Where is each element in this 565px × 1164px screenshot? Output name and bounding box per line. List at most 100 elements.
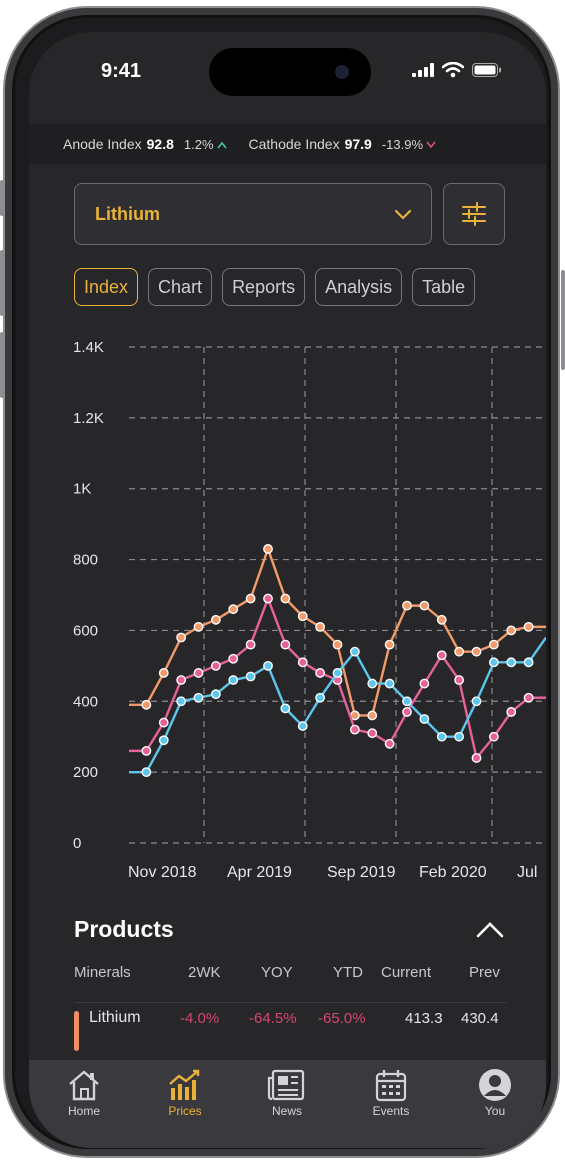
data-point-blue (488, 657, 499, 668)
tab-chart[interactable]: Chart (148, 268, 213, 306)
data-point-orange (384, 639, 395, 650)
data-point-blue (280, 703, 291, 714)
data-point-orange (297, 611, 308, 622)
data-point-blue (471, 696, 482, 707)
data-point-blue (210, 689, 221, 700)
y-tick-label: 600 (73, 622, 98, 639)
data-point-pink (419, 678, 430, 689)
tab-table[interactable]: Table (412, 268, 476, 306)
tab-index[interactable]: Index (74, 268, 139, 306)
data-point-blue (454, 731, 465, 742)
mineral-select[interactable]: Lithium (74, 183, 432, 245)
x-tick-label: Sep 2019 (327, 864, 396, 881)
data-point-blue (263, 660, 273, 671)
data-point-pink (245, 639, 256, 650)
nav-home[interactable]: Home (44, 1068, 124, 1118)
price-index-chart: 0 200 400 600 800 1K 1.2K 1.4K Nov 2018 Apr 2019 S… (73, 339, 546, 881)
filter-button[interactable] (443, 183, 505, 245)
data-point-pink (280, 639, 291, 650)
wifi-icon (442, 62, 464, 78)
data-point-blue (349, 646, 360, 657)
data-point-pink (454, 675, 465, 685)
x-tick-label: Feb 2020 (419, 864, 487, 881)
nav-prices[interactable]: Prices (145, 1068, 225, 1118)
y-tick-label: 1.2K (73, 410, 104, 427)
y-tick-label: 200 (73, 764, 98, 781)
data-point-orange (471, 646, 482, 657)
row-current: 413.3 (405, 1010, 443, 1027)
mineral-color-bar (74, 1011, 79, 1051)
tab-analysis[interactable]: Analysis (315, 268, 403, 306)
col-ytd: YTD (333, 964, 363, 981)
data-point-pink (263, 593, 273, 604)
status-time: 9:41 (101, 60, 142, 82)
x-tick-label: Apr 2019 (227, 864, 292, 881)
series-line-blue (129, 636, 546, 774)
data-point-orange (280, 593, 291, 604)
data-point-orange (454, 646, 465, 657)
status-icons (412, 62, 502, 78)
data-point-pink (471, 753, 482, 763)
data-point-blue (245, 671, 256, 682)
app-screen: 9:41 Anode Index 92.8 1.2% Cathode Index… (29, 32, 546, 1148)
phone-frame: 9:41 Anode Index 92.8 1.2% Cathode Index… (3, 6, 560, 1158)
status-bar: 9:41 (29, 32, 546, 112)
data-point-pink (384, 738, 395, 749)
tab-reports[interactable]: Reports (222, 268, 306, 306)
data-point-pink (436, 650, 447, 661)
row-yoy: -64.5% (249, 1010, 297, 1027)
data-point-orange (193, 621, 204, 632)
home-icon (69, 1070, 99, 1101)
index-ticker: Anode Index 92.8 1.2% Cathode Index 97.9… (29, 124, 546, 164)
data-point-orange (210, 614, 221, 625)
data-point-orange (506, 625, 517, 636)
data-point-orange (436, 614, 447, 625)
data-point-pink (193, 668, 204, 678)
col-minerals: Minerals (74, 964, 131, 981)
data-point-pink (141, 745, 152, 756)
data-point-orange (158, 668, 169, 678)
ticker-cathode-change: -13.9% (381, 136, 424, 152)
nav-news[interactable]: News (247, 1068, 327, 1118)
ticker-cathode-name: Cathode Index (248, 136, 340, 152)
data-point-blue (158, 735, 169, 746)
data-point-blue (419, 714, 430, 724)
y-tick-label: 0 (73, 835, 81, 852)
ticker-anode-name: Anode Index (63, 136, 142, 152)
nav-home-label: Home (67, 1104, 100, 1118)
data-point-orange (245, 593, 256, 604)
table-row[interactable]: Lithium -4.0% -64.5% -65.0% 413.3 430.4 (74, 1002, 506, 1052)
data-point-blue (193, 692, 204, 703)
row-mineral: Lithium (89, 1009, 141, 1026)
y-tick-label: 400 (73, 693, 98, 710)
nav-prices-label: Prices (168, 1104, 202, 1118)
y-tick-label: 800 (73, 552, 98, 569)
x-tick-label: Jul (517, 864, 537, 881)
battery-icon (472, 63, 501, 77)
data-point-blue (332, 668, 343, 678)
data-point-blue (384, 678, 395, 689)
y-tick-label: 1K (73, 481, 91, 498)
col-yoy: YOY (261, 964, 293, 981)
data-point-blue (228, 675, 239, 685)
data-point-pink (228, 653, 239, 664)
prices-icon (169, 1069, 200, 1100)
data-point-pink (506, 707, 517, 717)
data-point-pink (176, 675, 187, 685)
data-point-orange (419, 600, 430, 611)
data-point-pink (315, 668, 326, 678)
data-point-pink (523, 692, 534, 703)
row-2wk: -4.0% (180, 1010, 220, 1027)
data-point-pink (367, 728, 378, 739)
data-point-orange (367, 710, 378, 721)
nav-you[interactable]: You (455, 1068, 535, 1118)
chevron-up-icon[interactable] (475, 920, 505, 940)
row-ytd: -65.0% (318, 1010, 366, 1027)
data-point-orange (315, 621, 326, 632)
nav-you-label: You (484, 1104, 506, 1118)
data-point-blue (523, 657, 534, 668)
data-point-pink (158, 717, 169, 728)
data-point-blue (297, 721, 308, 731)
nav-events-label: Events (372, 1104, 410, 1118)
nav-events[interactable]: Events (351, 1068, 431, 1118)
